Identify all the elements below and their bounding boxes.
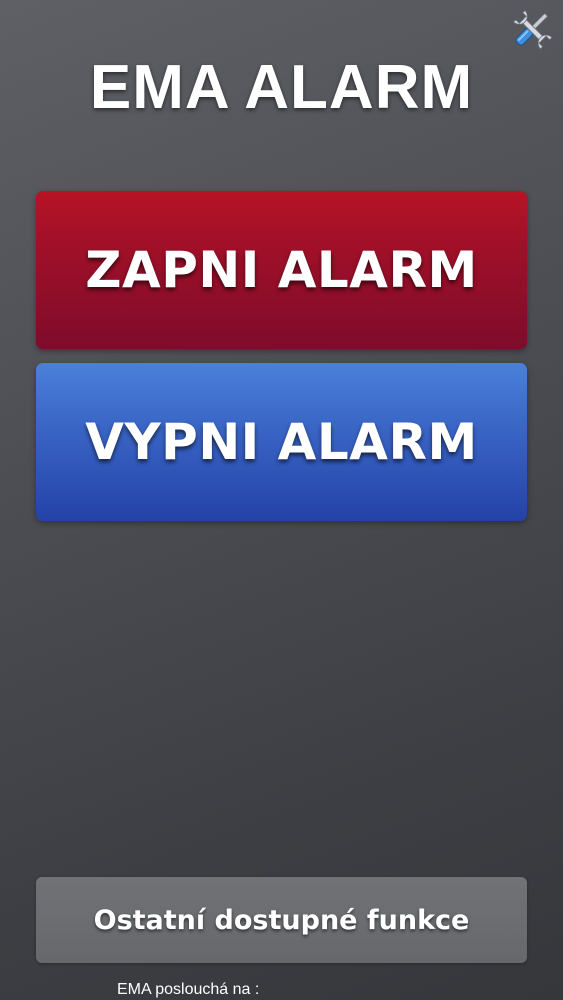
app-screen: EMA ALARM ZAPNI ALARM VYPNI ALARM Ostatn… [0, 0, 563, 1000]
listening-status: EMA poslouchá na : [117, 981, 260, 998]
alarm-off-button[interactable]: VYPNI ALARM [36, 363, 527, 521]
other-functions-button[interactable]: Ostatní dostupné funkce [36, 877, 527, 963]
alarm-on-label: ZAPNI ALARM [85, 241, 478, 299]
app-title: EMA ALARM [89, 53, 474, 122]
alarm-off-label: VYPNI ALARM [85, 413, 478, 471]
alarm-on-button[interactable]: ZAPNI ALARM [36, 191, 527, 349]
tools-icon [513, 10, 553, 50]
settings-button[interactable] [508, 5, 556, 53]
other-functions-label: Ostatní dostupné funkce [93, 904, 470, 936]
